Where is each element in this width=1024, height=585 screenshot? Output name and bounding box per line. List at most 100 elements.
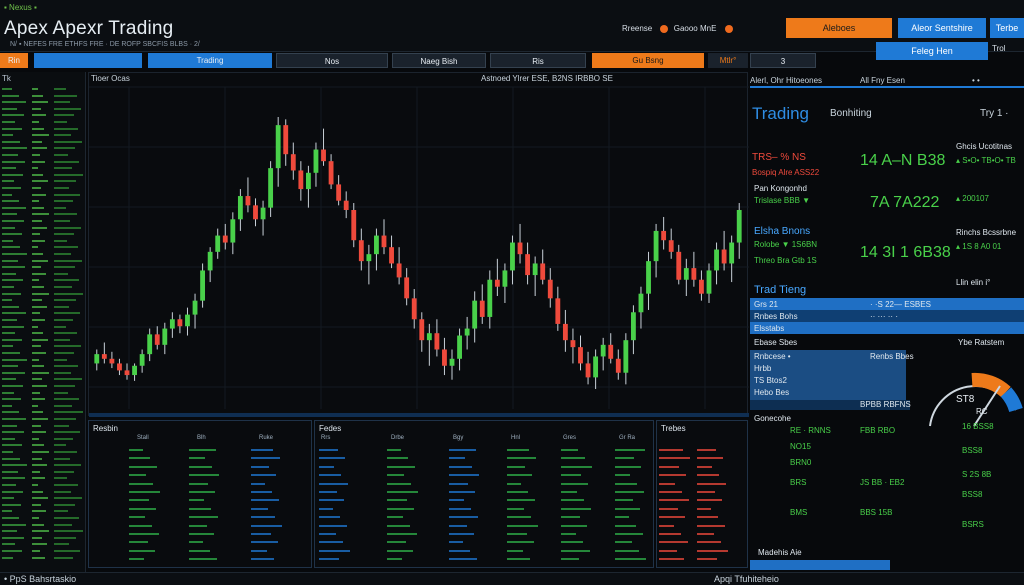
table-cell	[507, 541, 534, 544]
watchlist-row[interactable]	[2, 317, 84, 323]
watchlist-row[interactable]	[2, 178, 84, 184]
metric-2-value: 7A 7A222	[870, 194, 940, 211]
watchlist-row[interactable]	[2, 337, 84, 343]
tab-3[interactable]: Nos	[276, 53, 388, 68]
watchlist-row[interactable]	[2, 436, 84, 442]
watchlist-row[interactable]	[2, 172, 84, 178]
watchlist-row[interactable]	[2, 409, 84, 415]
tab-7[interactable]: Mtlr°	[708, 53, 748, 68]
watchlist-row[interactable]	[2, 535, 84, 541]
terminal-button[interactable]: Terbe	[990, 18, 1024, 38]
watchlist-row[interactable]	[2, 376, 84, 382]
watchlist-row[interactable]	[2, 132, 84, 138]
watchlist-row[interactable]	[2, 99, 84, 105]
watchlist-row[interactable]	[2, 231, 84, 237]
watchlist-row[interactable]	[2, 145, 84, 151]
watchlist-row[interactable]	[2, 258, 84, 264]
tab-8[interactable]: 3	[750, 53, 816, 68]
watchlist-price	[32, 272, 46, 275]
candlestick-chart[interactable]: Tioer Ocas Astnoed Ylrer ESE, B2NS IRBBO…	[88, 72, 749, 417]
watchlist-row[interactable]	[2, 515, 84, 521]
watchlist-row[interactable]	[2, 541, 84, 547]
watchlist-row[interactable]	[2, 495, 84, 501]
tab-5[interactable]: Ris	[490, 53, 586, 68]
watchlist-row[interactable]	[2, 390, 84, 396]
watchlist-row[interactable]	[2, 159, 84, 165]
watchlist-row[interactable]	[2, 475, 84, 481]
watchlist-row[interactable]	[2, 277, 84, 283]
sentiment-button[interactable]: Aleor Sentshire	[898, 18, 986, 38]
watchlist-row[interactable]	[2, 264, 84, 270]
watchlist-row[interactable]	[2, 86, 84, 92]
watchlist-row[interactable]	[2, 449, 84, 455]
watchlist-symbol	[2, 154, 18, 156]
watchlist-row[interactable]	[2, 112, 84, 118]
watchlist-symbol	[2, 220, 24, 222]
watchlist-row[interactable]	[2, 548, 84, 554]
watchlist-row[interactable]	[2, 370, 84, 376]
table-cell	[319, 465, 334, 468]
watchlist-row[interactable]	[2, 126, 84, 132]
tab-1[interactable]	[34, 53, 142, 68]
watchlist-row[interactable]	[2, 324, 84, 330]
watchlist-row[interactable]	[2, 469, 84, 475]
watchlist-row[interactable]	[2, 211, 84, 217]
chart-scrollbar[interactable]	[89, 413, 749, 417]
watchlist-row[interactable]	[2, 528, 84, 534]
table-cell	[615, 499, 633, 502]
watchlist-row[interactable]	[2, 357, 84, 363]
watchlist-row[interactable]	[2, 185, 84, 191]
watchlist-row[interactable]	[2, 429, 84, 435]
watchlist-row[interactable]	[2, 330, 84, 336]
watchlist-row[interactable]	[2, 416, 84, 422]
candle-body	[290, 154, 296, 171]
watchlist-row[interactable]	[2, 291, 84, 297]
watchlist-row[interactable]	[2, 508, 84, 514]
positions-table: Resbin Stall Blh Ruke	[88, 420, 312, 568]
watchlist-row[interactable]	[2, 106, 84, 112]
watchlist-row[interactable]	[2, 192, 84, 198]
alerts-button[interactable]: Aleboes	[786, 18, 892, 38]
watchlist-row[interactable]	[2, 403, 84, 409]
watchlist-row[interactable]	[2, 218, 84, 224]
watchlist-row[interactable]	[2, 93, 84, 99]
watchlist-row[interactable]	[2, 363, 84, 369]
watchlist-row[interactable]	[2, 456, 84, 462]
watchlist-row[interactable]	[2, 297, 84, 303]
watchlist-row[interactable]	[2, 462, 84, 468]
watchlist-row[interactable]	[2, 383, 84, 389]
watchlist-row[interactable]	[2, 139, 84, 145]
watchlist-row[interactable]	[2, 423, 84, 429]
watchlist-row[interactable]	[2, 251, 84, 257]
table-cell	[615, 516, 629, 519]
watchlist-row[interactable]	[2, 489, 84, 495]
tab-4[interactable]: Naeg Bish	[392, 53, 486, 68]
watchlist-row[interactable]	[2, 165, 84, 171]
tab-0[interactable]: Rin	[0, 53, 28, 68]
watchlist-row[interactable]	[2, 310, 84, 316]
watchlist-row[interactable]	[2, 225, 84, 231]
tab-6[interactable]: Gu Bsng	[592, 53, 704, 68]
watchlist-row[interactable]	[2, 343, 84, 349]
watchlist-row[interactable]	[2, 442, 84, 448]
watchlist-row[interactable]	[2, 284, 84, 290]
watchlist-row[interactable]	[2, 482, 84, 488]
watchlist-row[interactable]	[2, 238, 84, 244]
watchlist-row[interactable]	[2, 271, 84, 277]
watchlist-row[interactable]	[2, 396, 84, 402]
watchlist-row[interactable]	[2, 205, 84, 211]
watchlist-row[interactable]	[2, 304, 84, 310]
help-button[interactable]: Feleg Hen	[876, 42, 988, 60]
watchlist-symbol	[2, 193, 12, 196]
watchlist-row[interactable]	[2, 244, 84, 250]
watchlist-row[interactable]	[2, 502, 84, 508]
watchlist-row[interactable]	[2, 152, 84, 158]
watchlist-row[interactable]	[2, 350, 84, 356]
watchlist-price	[32, 556, 45, 559]
watchlist-row[interactable]	[2, 522, 84, 528]
watchlist-row[interactable]	[2, 555, 84, 561]
tab-trading[interactable]: Trading	[148, 53, 272, 68]
watchlist-change	[54, 477, 67, 480]
watchlist-row[interactable]	[2, 198, 84, 204]
watchlist-row[interactable]	[2, 119, 84, 125]
